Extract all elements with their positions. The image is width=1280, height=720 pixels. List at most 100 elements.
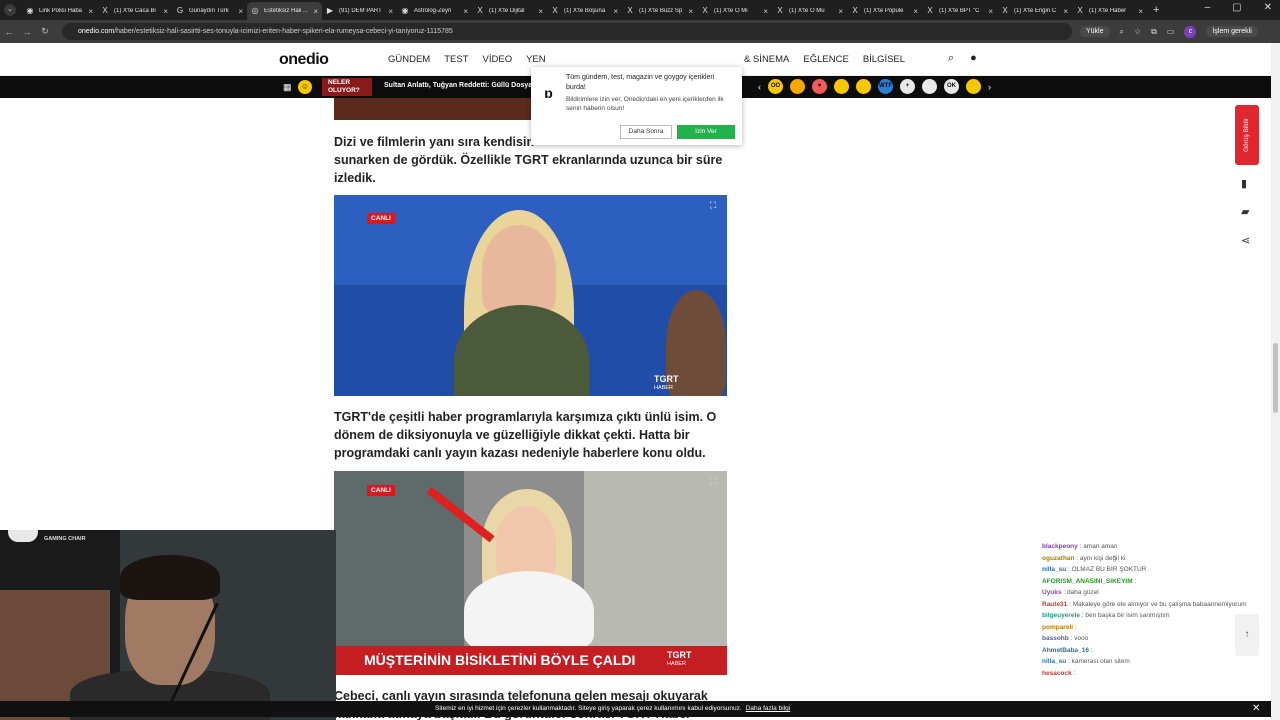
emoji-reaction-icon[interactable] <box>834 79 849 94</box>
browser-tab[interactable]: X (1) X'te Buzz Sp × <box>622 2 697 20</box>
smiley-icon[interactable]: ☺ <box>298 80 312 94</box>
tab-close-icon[interactable]: × <box>988 7 993 16</box>
menu-item-video[interactable]: VİDEO <box>483 54 513 65</box>
browser-tab[interactable]: X (1) X'te Boşuna × <box>547 2 622 20</box>
scroll-to-top-button[interactable]: ↑ <box>1235 614 1259 656</box>
chat-username[interactable]: blackpeony <box>1042 543 1078 550</box>
emoji-next-icon[interactable]: › <box>988 82 991 92</box>
extensions-icon[interactable]: ⧉ <box>1151 27 1157 37</box>
menu-item-bilgisel[interactable]: BİLGİSEL <box>863 54 905 65</box>
neler-oluyor-badge[interactable]: NELER OLUYOR? <box>322 78 372 96</box>
chat-username[interactable]: Uyuks <box>1042 589 1062 596</box>
tab-close-icon[interactable]: × <box>1138 7 1143 16</box>
tab-favicon-icon: X <box>702 6 708 15</box>
tab-close-icon[interactable]: × <box>463 7 468 16</box>
share-icon[interactable]: ⋖ <box>1241 234 1250 247</box>
chat-username[interactable]: bilgeuyerele <box>1042 612 1080 619</box>
tab-title: (1) X'te ⭘ Mi <box>714 7 748 14</box>
page-scrollbar[interactable] <box>1271 43 1280 720</box>
upload-button[interactable]: Yükle <box>1080 26 1110 37</box>
later-button[interactable]: Daha Sonra <box>620 125 672 139</box>
expand-icon[interactable]: ⛶ <box>710 200 716 211</box>
article-image-1: CANLI TGRT HABER ⛶ <box>334 195 727 396</box>
pending-action-button[interactable]: İşlem gerekli <box>1206 26 1258 37</box>
browser-tab[interactable]: X (1) X'te Dijital × <box>472 2 547 20</box>
cookie-more-link[interactable]: Daha fazla bilgi <box>746 705 790 712</box>
emoji-reaction-icon[interactable] <box>856 79 871 94</box>
grid-menu-icon[interactable]: ▦ <box>283 82 292 93</box>
bookmark-icon[interactable]: ▮ <box>1241 177 1247 190</box>
tab-close-icon[interactable]: × <box>238 7 243 16</box>
emoji-reaction-icon[interactable] <box>966 79 981 94</box>
tab-search-icon[interactable]: ⌄ <box>4 4 16 16</box>
bookmark-star-icon[interactable]: ☆ <box>1134 27 1141 36</box>
tab-close-icon[interactable]: × <box>88 7 93 16</box>
tab-close-icon[interactable]: × <box>1063 7 1068 16</box>
chat-username[interactable]: AhmetBaba_16 <box>1042 647 1089 654</box>
profile-avatar[interactable]: c <box>1184 25 1197 38</box>
browser-tab[interactable]: ◎ Estetiksiz Hali ... × <box>247 2 322 20</box>
browser-tab[interactable]: X (1) X'te Engin C × <box>997 2 1072 20</box>
chat-username[interactable]: nilla_su <box>1042 566 1066 573</box>
tab-close-icon[interactable]: × <box>613 7 618 16</box>
close-window-icon[interactable]: ✕ <box>1264 2 1272 13</box>
back-icon[interactable]: ← <box>0 27 18 37</box>
feedback-button[interactable]: Görüş Bildir <box>1235 105 1259 165</box>
menu-item-eglence[interactable]: EĞLENCE <box>803 54 848 65</box>
emoji-reaction-icon[interactable]: OO <box>768 79 783 94</box>
chat-username[interactable]: Raute31 <box>1042 601 1067 608</box>
menu-item-yeni[interactable]: YEN <box>526 54 546 65</box>
tab-close-icon[interactable]: × <box>763 7 768 16</box>
comments-icon[interactable]: ▰ <box>1241 205 1249 218</box>
chat-username[interactable]: pompareli <box>1042 624 1073 631</box>
chat-username[interactable]: bassohb <box>1042 635 1069 642</box>
emoji-reaction-icon[interactable]: OK <box>944 79 959 94</box>
site-logo[interactable]: onedio <box>279 51 329 69</box>
tab-close-icon[interactable]: × <box>913 7 918 16</box>
maximize-icon[interactable]: ▢ <box>1232 2 1241 13</box>
chat-username[interactable]: oguzathan <box>1042 555 1075 562</box>
expand-icon[interactable]: ⛶ <box>710 476 716 487</box>
minimize-icon[interactable]: – <box>1205 2 1211 13</box>
emoji-reaction-icon[interactable]: ♥ <box>812 79 827 94</box>
emoji-reaction-icon[interactable]: WTF <box>878 79 893 94</box>
menu-item-test[interactable]: TEST <box>444 54 468 65</box>
zoom-icon[interactable]: ⌕ <box>1120 27 1124 37</box>
browser-tab[interactable]: X (1) X'te BPT "C × <box>922 2 997 20</box>
tab-close-icon[interactable]: × <box>313 7 318 16</box>
search-icon[interactable]: ⌕ <box>948 52 954 65</box>
browser-tab[interactable]: ◉ Astrolog-Zeyn × <box>397 2 472 20</box>
chat-username[interactable]: nilla_su <box>1042 658 1066 665</box>
ticker-headline[interactable]: Sultan Anlattı, Tuğyan Reddetti: Güllü D… <box>384 82 544 89</box>
cookie-close-icon[interactable]: ✕ <box>1252 701 1260 717</box>
chat-username[interactable]: AFORISM_ANASINI_SIKEYIM <box>1042 578 1133 585</box>
cast-icon[interactable]: ▭ <box>1167 27 1175 36</box>
browser-tab[interactable]: X (1) X'te Caca Bi × <box>97 2 172 20</box>
browser-tab[interactable]: X (1) X'te Haber × <box>1072 2 1147 20</box>
tab-close-icon[interactable]: × <box>163 7 168 16</box>
forward-icon[interactable]: → <box>18 27 36 37</box>
browser-tab[interactable]: X (1) X'te Popule × <box>847 2 922 20</box>
tab-close-icon[interactable]: × <box>538 7 543 16</box>
tab-close-icon[interactable]: × <box>838 7 843 16</box>
browser-tab[interactable]: X (1) X'te ⭘ Mi × <box>697 2 772 20</box>
tab-close-icon[interactable]: × <box>688 7 693 16</box>
new-tab-button[interactable]: + <box>1153 4 1159 16</box>
url-field[interactable]: onedio.com/haber/estetiksiz-hali-sasirtt… <box>62 23 1072 40</box>
browser-tab[interactable]: X (1) X'te ⭘ Mu × <box>772 2 847 20</box>
emoji-reaction-icon[interactable] <box>790 79 805 94</box>
menu-item-sinema[interactable]: & SİNEMA <box>744 54 789 65</box>
emoji-reaction-icon[interactable] <box>922 79 937 94</box>
browser-tab[interactable]: ◉ Link Polisi Haba × <box>22 2 97 20</box>
reload-icon[interactable]: ↻ <box>36 26 54 37</box>
allow-button[interactable]: İzin Ver <box>677 125 735 139</box>
tab-close-icon[interactable]: × <box>388 7 393 16</box>
browser-tab[interactable]: ▶ (91) DEM PART × <box>322 2 397 20</box>
browser-tab[interactable]: G Günaydın Türk × <box>172 2 247 20</box>
menu-item-gundem[interactable]: GÜNDEM <box>388 54 430 65</box>
emoji-reaction-icon[interactable]: + <box>900 79 915 94</box>
user-icon[interactable]: ● <box>970 52 977 65</box>
emoji-prev-icon[interactable]: ‹ <box>758 82 761 92</box>
scrollbar-thumb[interactable] <box>1273 343 1278 413</box>
chat-username[interactable]: hesacock <box>1042 670 1072 677</box>
